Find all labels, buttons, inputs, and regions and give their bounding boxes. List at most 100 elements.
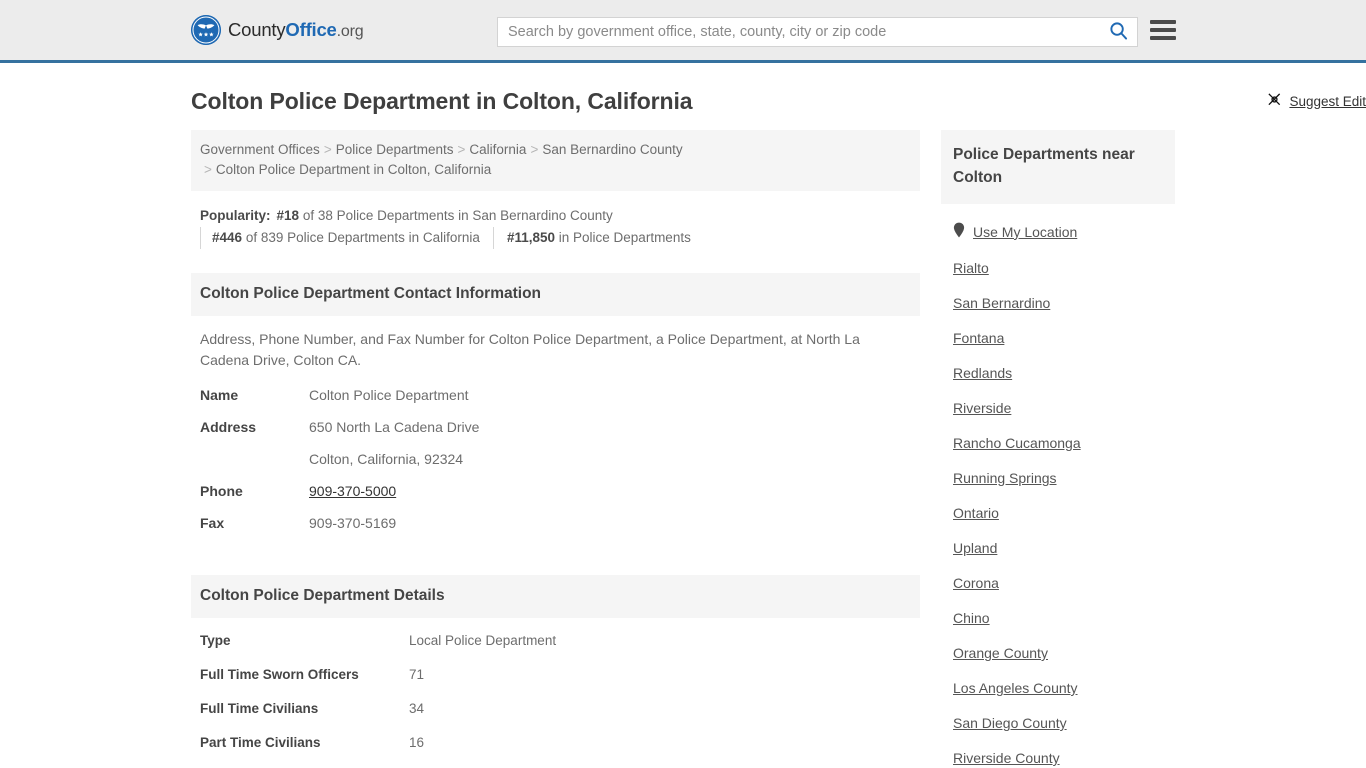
- breadcrumb-separator: >: [457, 142, 466, 157]
- details-key-full-time-civilians: Full Time Civilians: [200, 701, 319, 716]
- details-key-type: Type: [200, 633, 231, 648]
- brand-wordmark: CountyOffice.org: [228, 19, 364, 41]
- breadcrumb-item-2[interactable]: California: [469, 142, 526, 157]
- site-logo-link[interactable]: CountyOffice.org: [191, 15, 364, 45]
- popularity-block: Popularity: #18 of 38 Police Departments …: [191, 191, 920, 259]
- site-header: CountyOffice.org: [0, 0, 1366, 63]
- breadcrumb-separator: >: [204, 162, 212, 177]
- sidebar-item-label: San Bernardino: [953, 295, 1051, 311]
- popularity-text-national: in Police Departments: [558, 230, 691, 245]
- contact-info-table: Name Colton Police Department Address 65…: [191, 379, 920, 539]
- search-button[interactable]: [1099, 18, 1137, 46]
- brand-text-county: County: [228, 19, 286, 40]
- table-row: Fax 909-370-5169: [191, 507, 920, 539]
- sidebar-item-san-bernardino[interactable]: San Bernardino: [941, 286, 1175, 321]
- sidebar-item-label: Redlands: [953, 365, 1013, 381]
- hamburger-bar-2: [1150, 28, 1176, 32]
- details-value-part-time-civilians: 16: [409, 735, 425, 750]
- breadcrumb-item-1[interactable]: Police Departments: [336, 142, 454, 157]
- sidebar-item-rancho-cucamonga[interactable]: Rancho Cucamonga: [941, 426, 1175, 461]
- popularity-rank-national: #11,850: [506, 230, 555, 245]
- sidebar-item-label: Orange County: [953, 645, 1048, 661]
- main-column: Government Offices > Police Departments > Ca…: [191, 93, 1366, 768]
- breadcrumb: Government Offices > Police Departments > Ca…: [191, 130, 920, 191]
- brand-text-org: .org: [336, 23, 364, 40]
- breadcrumb-item-3[interactable]: San Bernardino County: [542, 142, 682, 157]
- popularity-line-1: Popularity: #18 of 38 Police Departments …: [200, 205, 911, 227]
- suggest-edit-label: Suggest Edit: [1289, 93, 1366, 109]
- breadcrumb-item-current: Colton Police Department in Colton, Cali…: [215, 162, 492, 177]
- sidebar-heading: Police Departments near Colton: [941, 130, 1175, 204]
- content-columns: Government Offices > Police Departments > Ca…: [191, 93, 1366, 768]
- sidebar-item-riverside-county[interactable]: Riverside County: [941, 741, 1175, 768]
- sidebar-item-label: Fontana: [953, 330, 1005, 346]
- sidebar-item-label: Riverside: [953, 400, 1012, 416]
- popularity-label: Popularity:: [200, 208, 271, 223]
- sidebar-item-san-diego-county[interactable]: San Diego County: [941, 706, 1175, 741]
- contact-value-address-line2: Colton, California, 92324: [309, 451, 464, 467]
- suggest-edit-button[interactable]: Suggest Edit: [1267, 92, 1366, 110]
- search-input[interactable]: [498, 18, 1099, 46]
- sidebar-item-use-my-location[interactable]: Use My Location: [941, 213, 1175, 251]
- sidebar-item-label: Los Angeles County: [953, 680, 1078, 696]
- sidebar-item-upland[interactable]: Upland: [941, 531, 1175, 566]
- popularity-line-2: #446 of 839 Police Departments in Califo…: [200, 227, 911, 249]
- sidebar-list: Use My Location Rialto San Bernardino Fo…: [941, 204, 1175, 768]
- contact-value-phone-link[interactable]: 909-370-5000: [309, 483, 396, 499]
- breadcrumb-separator: >: [323, 142, 332, 157]
- popularity-text-state: of 839 Police Departments in California: [245, 230, 480, 245]
- popularity-text-county: of 38 Police Departments in San Bernardi…: [302, 208, 613, 223]
- details-key-part-time-civilians: Part Time Civilians: [200, 735, 321, 750]
- contact-value-address-line1: 650 North La Cadena Drive: [309, 419, 480, 435]
- sidebar-item-label: Rancho Cucamonga: [953, 435, 1081, 451]
- details-value-full-time-civilians: 34: [409, 701, 425, 716]
- details-value-type: Local Police Department: [409, 633, 557, 648]
- popularity-rank-county: #18: [276, 208, 300, 223]
- hamburger-bar-3: [1150, 36, 1176, 40]
- brand-text-office: Office: [285, 19, 337, 40]
- table-row: Part Time Civilians 16: [191, 726, 920, 760]
- sidebar-item-label: Upland: [953, 540, 998, 556]
- sidebar-item-running-springs[interactable]: Running Springs: [941, 461, 1175, 496]
- table-row: Address 650 North La Cadena Drive: [191, 411, 920, 443]
- sidebar-item-fontana[interactable]: Fontana: [941, 321, 1175, 356]
- edit-pen-icon: [1267, 92, 1282, 110]
- contact-value-fax: 909-370-5169: [309, 515, 397, 531]
- sidebar-item-label: San Diego County: [953, 715, 1067, 731]
- sidebar-use-my-location-label: Use My Location: [973, 223, 1078, 240]
- details-key-sworn-officers: Full Time Sworn Officers: [200, 667, 359, 682]
- contact-key-fax: Fax: [200, 515, 225, 531]
- sidebar-item-label: Corona: [953, 575, 999, 591]
- breadcrumb-item-0[interactable]: Government Offices: [200, 142, 320, 157]
- search-bar[interactable]: [497, 17, 1138, 47]
- popularity-rank-state: #446: [212, 230, 243, 245]
- table-row: Phone 909-370-5000: [191, 475, 920, 507]
- contact-value-name: Colton Police Department: [309, 387, 469, 403]
- sidebar: Police Departments near Colton Use My Lo…: [941, 130, 1175, 768]
- table-row: Name Colton Police Department: [191, 379, 920, 411]
- sidebar-item-rialto[interactable]: Rialto: [941, 251, 1175, 286]
- details-section-heading: Colton Police Department Details: [191, 575, 920, 618]
- contact-key-name: Name: [200, 387, 239, 403]
- hamburger-bar-1: [1150, 20, 1176, 24]
- table-row: Full Time Civilians 34: [191, 692, 920, 726]
- hamburger-menu-icon[interactable]: [1150, 19, 1176, 41]
- sidebar-item-los-angeles-county[interactable]: Los Angeles County: [941, 671, 1175, 706]
- sidebar-item-orange-county[interactable]: Orange County: [941, 636, 1175, 671]
- table-row: Colton, California, 92324: [191, 443, 920, 475]
- sidebar-item-label: Rialto: [953, 260, 989, 276]
- contact-key-address: Address: [200, 419, 257, 435]
- map-pin-icon: [953, 222, 965, 242]
- sidebar-item-label: Running Springs: [953, 470, 1057, 486]
- sidebar-item-redlands[interactable]: Redlands: [941, 356, 1175, 391]
- sidebar-item-ontario[interactable]: Ontario: [941, 496, 1175, 531]
- table-row: Type Local Police Department: [191, 624, 920, 658]
- sidebar-item-riverside[interactable]: Riverside: [941, 391, 1175, 426]
- sidebar-item-chino[interactable]: Chino: [941, 601, 1175, 636]
- contact-section-heading: Colton Police Department Contact Informa…: [191, 273, 920, 316]
- sidebar-item-label: Ontario: [953, 505, 999, 521]
- sidebar-item-label: Riverside County: [953, 750, 1060, 766]
- contact-section-description: Address, Phone Number, and Fax Number fo…: [200, 331, 860, 368]
- sidebar-item-corona[interactable]: Corona: [941, 566, 1175, 601]
